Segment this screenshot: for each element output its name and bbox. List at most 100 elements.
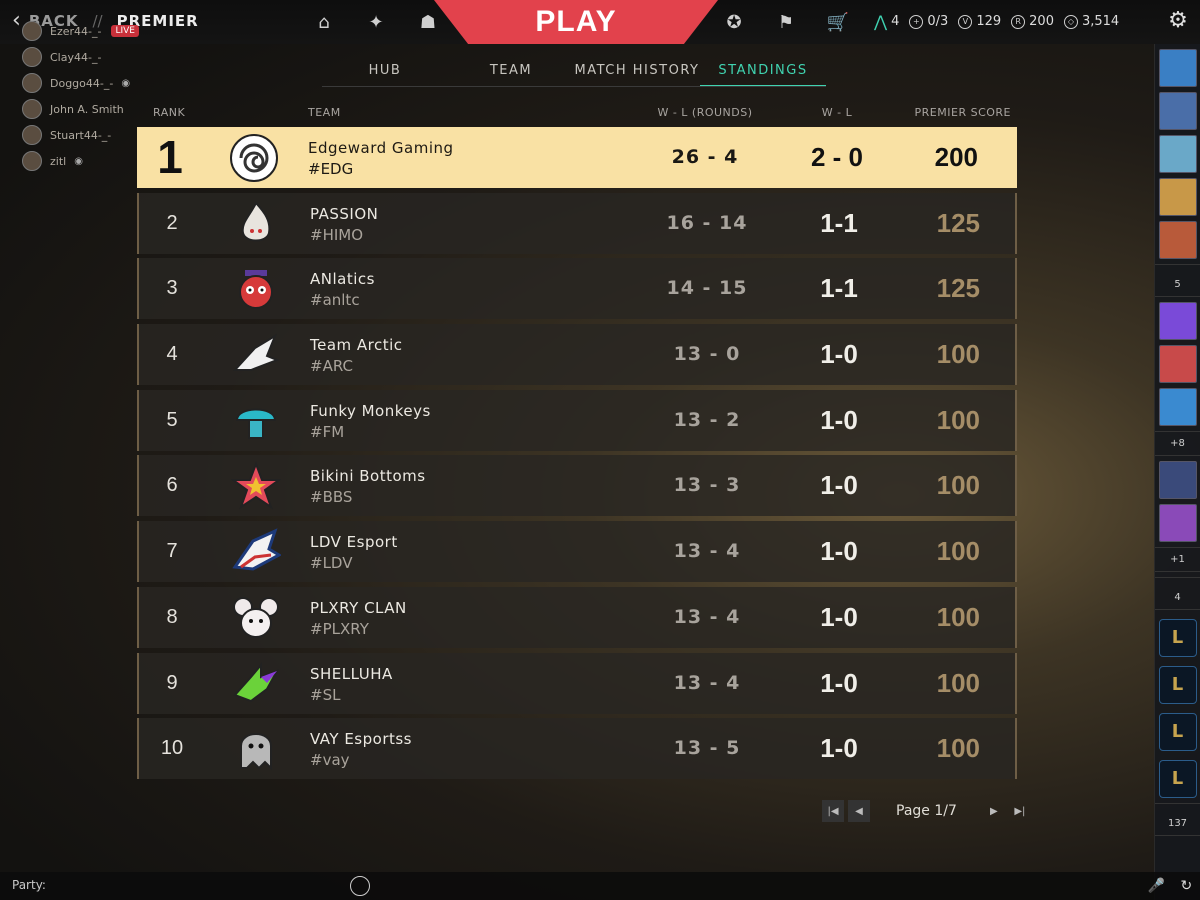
header-wl: W - L [821,106,853,119]
rank-chevrons-icon: ⋀ [874,12,888,31]
friend-name: Doggo44-_- [50,76,114,90]
rank-cell: 1 [157,131,183,183]
back-chevron-icon[interactable]: ‹ [12,10,21,32]
team-name: Bikini Bottoms [310,467,426,486]
avatar[interactable] [1158,178,1197,216]
avatar[interactable] [1158,345,1197,383]
team-tag: #BBS [310,488,353,507]
team-logo-fox-icon [231,330,281,380]
rank-cell: 9 [166,671,178,694]
collection-icon[interactable]: ✦ [364,10,388,34]
party-label: Party: [12,878,46,892]
avatar [22,151,42,171]
rank-cell: 8 [166,605,178,628]
avatar[interactable] [1158,302,1197,340]
league-logo-icon[interactable]: L [1158,713,1197,751]
spectate-eye-icon[interactable]: ◉ [121,78,130,89]
team-tag: #EDG [308,160,354,178]
table-row[interactable]: 3 ANlatics #anltc 14 - 15 1-1 125 [137,258,1017,320]
table-row[interactable]: 9 SHELLUHA #SL 13 - 4 1-0 100 [137,652,1017,714]
next-page-icon[interactable]: ▶ [983,800,1005,822]
avatar[interactable] [1158,504,1197,542]
refresh-icon[interactable]: ↻ [1181,878,1193,894]
table-row[interactable]: 5 Funky Monkeys #FM 13 - 2 1-0 100 [137,389,1017,451]
table-row[interactable]: 6 Bikini Bottoms #BBS 13 - 3 1-0 100 [137,455,1017,517]
challenges[interactable]: + 0/3 [909,14,948,29]
play-tab[interactable]: PLAY [434,0,718,44]
table-row[interactable]: 8 PLXRY CLAN #PLXRY 13 - 4 1-0 100 [137,586,1017,648]
friends-mini-list: Ezer44-_- LIVE Clay44-_- Doggo44-_- ◉ Jo… [22,20,152,176]
tab-team[interactable]: TEAM [448,56,574,86]
play-label[interactable]: PLAY [535,5,616,39]
rank-progress-value: 4 [891,14,900,29]
party-size-badge[interactable]: +8 [1155,431,1200,456]
friend-item[interactable]: Ezer44-_- LIVE [22,20,152,42]
avatar[interactable] [1158,135,1197,173]
rank-progress[interactable]: ⋀ 4 [874,12,899,31]
team-tag: #SL [310,685,341,704]
avatar[interactable] [1158,49,1197,87]
last-page-icon[interactable]: ▶| [1009,800,1031,822]
nav-icons-left: ⌂ ✦ ☗ [312,10,440,34]
prev-page-icon[interactable]: ◀ [848,800,870,822]
team-logo-star-icon [231,461,281,511]
challenge-icon: + [909,14,924,29]
friend-name: Ezer44-_- [50,24,102,38]
friend-name: Stuart44-_- [50,128,112,142]
score-cell: 100 [936,601,980,632]
settings-gear-icon[interactable]: ⚙ [1165,8,1191,34]
table-row[interactable]: 2 PASSION #HIMO 16 - 14 1-1 125 [137,192,1017,254]
avatar[interactable] [1158,461,1197,499]
group-count[interactable]: 4 [1155,577,1200,610]
top-bar: ‹ BACK // PREMIER ⌂ ✦ ☗ PLAY ✪ ⚑ 🛒 ⋀ 4 +… [0,0,1200,44]
home-icon[interactable]: ⌂ [312,10,336,34]
live-badge: LIVE [111,25,139,37]
team-name: SHELLUHA [310,664,393,683]
rounds-cell: 13 - 4 [673,540,741,563]
store-icon[interactable]: 🛒 [826,10,850,34]
group-count[interactable]: 137 [1155,803,1200,836]
table-row[interactable]: 1 Edgeward Gaming #EDG 26 - 4 2 - 0 200 [137,127,1017,188]
league-logo-icon[interactable]: L [1158,760,1197,798]
party-chat-icon[interactable] [350,876,370,896]
avatar[interactable] [1158,221,1197,259]
tab-match-history[interactable]: MATCH HISTORY [574,56,700,86]
league-logo-icon[interactable]: L [1158,666,1197,704]
score-cell: 100 [936,404,980,435]
first-page-icon[interactable]: |◀ [822,800,844,822]
agents-icon[interactable]: ☗ [416,10,440,34]
party-size-badge[interactable]: +1 [1155,547,1200,572]
header-team: TEAM [308,106,341,119]
microphone-icon[interactable]: 🎤 [1148,878,1165,894]
currency-bar: ⋀ 4 + 0/3 V 129 R 200 ◇ 3,514 [874,12,1119,31]
career-icon[interactable]: ✪ [722,10,746,34]
header-rank: RANK [153,106,186,119]
friend-item[interactable]: zitl ◉ [22,150,152,172]
radianite-value: 200 [1029,14,1054,29]
tab-standings[interactable]: STANDINGS [700,56,826,87]
friend-name: John A. Smith [50,102,124,116]
score-cell: 100 [936,470,980,501]
tab-hub[interactable]: HUB [322,56,448,86]
team-name: ANlatics [310,270,375,289]
friend-item[interactable]: Stuart44-_- [22,124,152,146]
table-row[interactable]: 4 Team Arctic #ARC 13 - 0 1-0 100 [137,324,1017,386]
friend-item[interactable]: John A. Smith [22,98,152,120]
table-row[interactable]: 7 LDV Esport #LDV 13 - 4 1-0 100 [137,521,1017,583]
battlepass-icon[interactable]: ⚑ [774,10,798,34]
rounds-cell: 13 - 0 [673,343,741,366]
group-count[interactable]: 5 [1155,264,1200,297]
avatar[interactable] [1158,388,1197,426]
friend-item[interactable]: Doggo44-_- ◉ [22,72,152,94]
radianite-currency[interactable]: R 200 [1011,14,1054,29]
spectate-eye-icon[interactable]: ◉ [74,156,83,167]
table-row[interactable]: 10 VAY Esportss #vay 13 - 5 1-0 100 [137,718,1017,780]
team-tag: #FM [310,422,345,441]
wl-cell: 1-1 [820,273,858,304]
vp-currency[interactable]: V 129 [958,14,1001,29]
friend-item[interactable]: Clay44-_- [22,46,152,68]
avatar[interactable] [1158,92,1197,130]
kingdom-credits[interactable]: ◇ 3,514 [1063,14,1119,29]
league-logo-icon[interactable]: L [1158,619,1197,657]
friend-name: Clay44-_- [50,50,102,64]
